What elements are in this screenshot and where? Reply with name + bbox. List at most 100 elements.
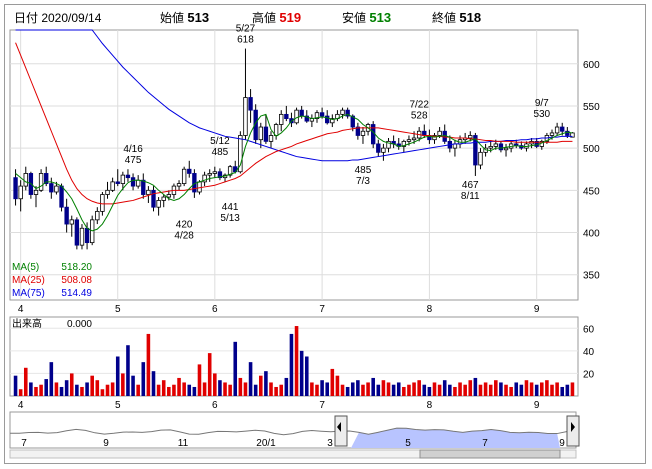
volume-bar (23, 367, 28, 396)
volume-bar (213, 373, 217, 396)
volume-bar (161, 380, 166, 396)
volume-bar (207, 353, 212, 396)
volume-bar (248, 362, 253, 396)
candle-body (284, 113, 289, 119)
volume-x-tick-label: 6 (212, 400, 218, 411)
selector-x-tick-label: 7 (482, 438, 488, 449)
volume-x-tick-label: 9 (534, 400, 540, 411)
volume-bar (412, 382, 416, 396)
candle-body (340, 109, 345, 115)
volume-bar (391, 384, 396, 396)
volume-bar (34, 386, 38, 396)
volume-bar (453, 386, 457, 396)
volume-bar (59, 386, 64, 396)
y-tick-label: 450 (583, 186, 600, 197)
volume-bar (151, 371, 156, 396)
volume-bar (432, 382, 437, 396)
candle-body (135, 179, 141, 187)
volume-bar (560, 386, 565, 396)
volume-bar (80, 386, 84, 396)
volume-bar (29, 382, 33, 396)
volume-bar (182, 382, 186, 396)
volume-bar (407, 384, 411, 396)
volume-x-tick-label: 7 (319, 400, 325, 411)
legend-ma-name: MA(5) (12, 262, 39, 273)
y-tick-label: 350 (583, 271, 600, 282)
legend-ma-value: 508.08 (61, 275, 92, 286)
volume-bar (110, 382, 115, 396)
annotation-date: 7/22 (409, 100, 429, 111)
volume-bar (44, 379, 48, 396)
candle-body (248, 97, 253, 111)
volume-bar (545, 380, 549, 396)
candle-body (212, 171, 217, 174)
annotation-value: 528 (411, 111, 428, 122)
candle-body (503, 147, 509, 151)
candle-body (120, 174, 126, 184)
volume-bar (509, 386, 513, 396)
volume-bar (448, 384, 452, 396)
annotation-value: 618 (237, 35, 254, 46)
legend-ma-name: MA(25) (12, 275, 45, 286)
y-tick-label: 600 (583, 60, 600, 71)
volume-bar (437, 384, 442, 396)
annotation-date: 5/12 (210, 136, 230, 147)
volume-bar (187, 384, 192, 396)
volume-bar (463, 384, 467, 396)
volume-bar (115, 356, 120, 396)
candle-body (69, 219, 74, 225)
volume-bar (49, 362, 54, 396)
annotation-date: 7/3 (356, 176, 370, 187)
candle-body (49, 183, 54, 193)
volume-bar (95, 380, 100, 396)
volume-bar (253, 384, 258, 396)
volume-x-tick-label: 8 (427, 400, 433, 411)
volume-bar (529, 382, 534, 396)
candle-body (493, 143, 498, 147)
scrollbar-thumb[interactable] (419, 449, 561, 459)
volume-bar (121, 373, 125, 396)
candle-body (554, 126, 560, 134)
volume-bar (284, 377, 289, 396)
selector-x-tick-label: 7 (21, 438, 27, 449)
volume-bar (504, 384, 508, 396)
volume-bar (274, 386, 278, 396)
annotation-date: 8/11 (461, 191, 480, 202)
volume-bar (371, 377, 375, 396)
price-panel (9, 29, 579, 301)
volume-bar (18, 389, 23, 396)
candle-body (59, 185, 64, 208)
selector-right-handle[interactable] (566, 415, 580, 447)
candle-body (294, 109, 299, 124)
volume-bar (570, 382, 575, 396)
annotation-date: 4/16 (123, 144, 143, 155)
candle-body (263, 126, 269, 142)
volume-bar (202, 382, 207, 396)
volume-bar (131, 375, 135, 396)
volume-bar (64, 380, 69, 396)
candle-body (141, 179, 146, 195)
candle-body (79, 227, 85, 246)
volume-bar (264, 371, 268, 396)
volume-bar (192, 386, 197, 396)
volume-bar (269, 382, 273, 396)
volume-x-tick-label: 4 (18, 400, 24, 411)
candle-body (478, 151, 483, 166)
candle-body (38, 173, 44, 191)
volume-bar (69, 373, 74, 396)
volume-bar (299, 350, 304, 396)
volume-bar (146, 333, 151, 396)
candle-body (258, 126, 263, 141)
candle-body (23, 173, 28, 187)
candle-body (406, 139, 412, 142)
candle-body (268, 135, 274, 142)
stock-chart[interactable]: 3504004505005506004 5 6 7 8 94/164754204/285/… (0, 0, 652, 469)
x-tick-label: 6 (212, 304, 218, 315)
x-tick-label: 5 (115, 304, 121, 315)
annotation-value: 467 (462, 180, 479, 191)
volume-bar (381, 380, 386, 396)
volume-bar (223, 382, 227, 396)
volume-bar (126, 345, 130, 396)
x-tick-label: 4 (18, 304, 24, 315)
volume-bar (422, 384, 427, 396)
